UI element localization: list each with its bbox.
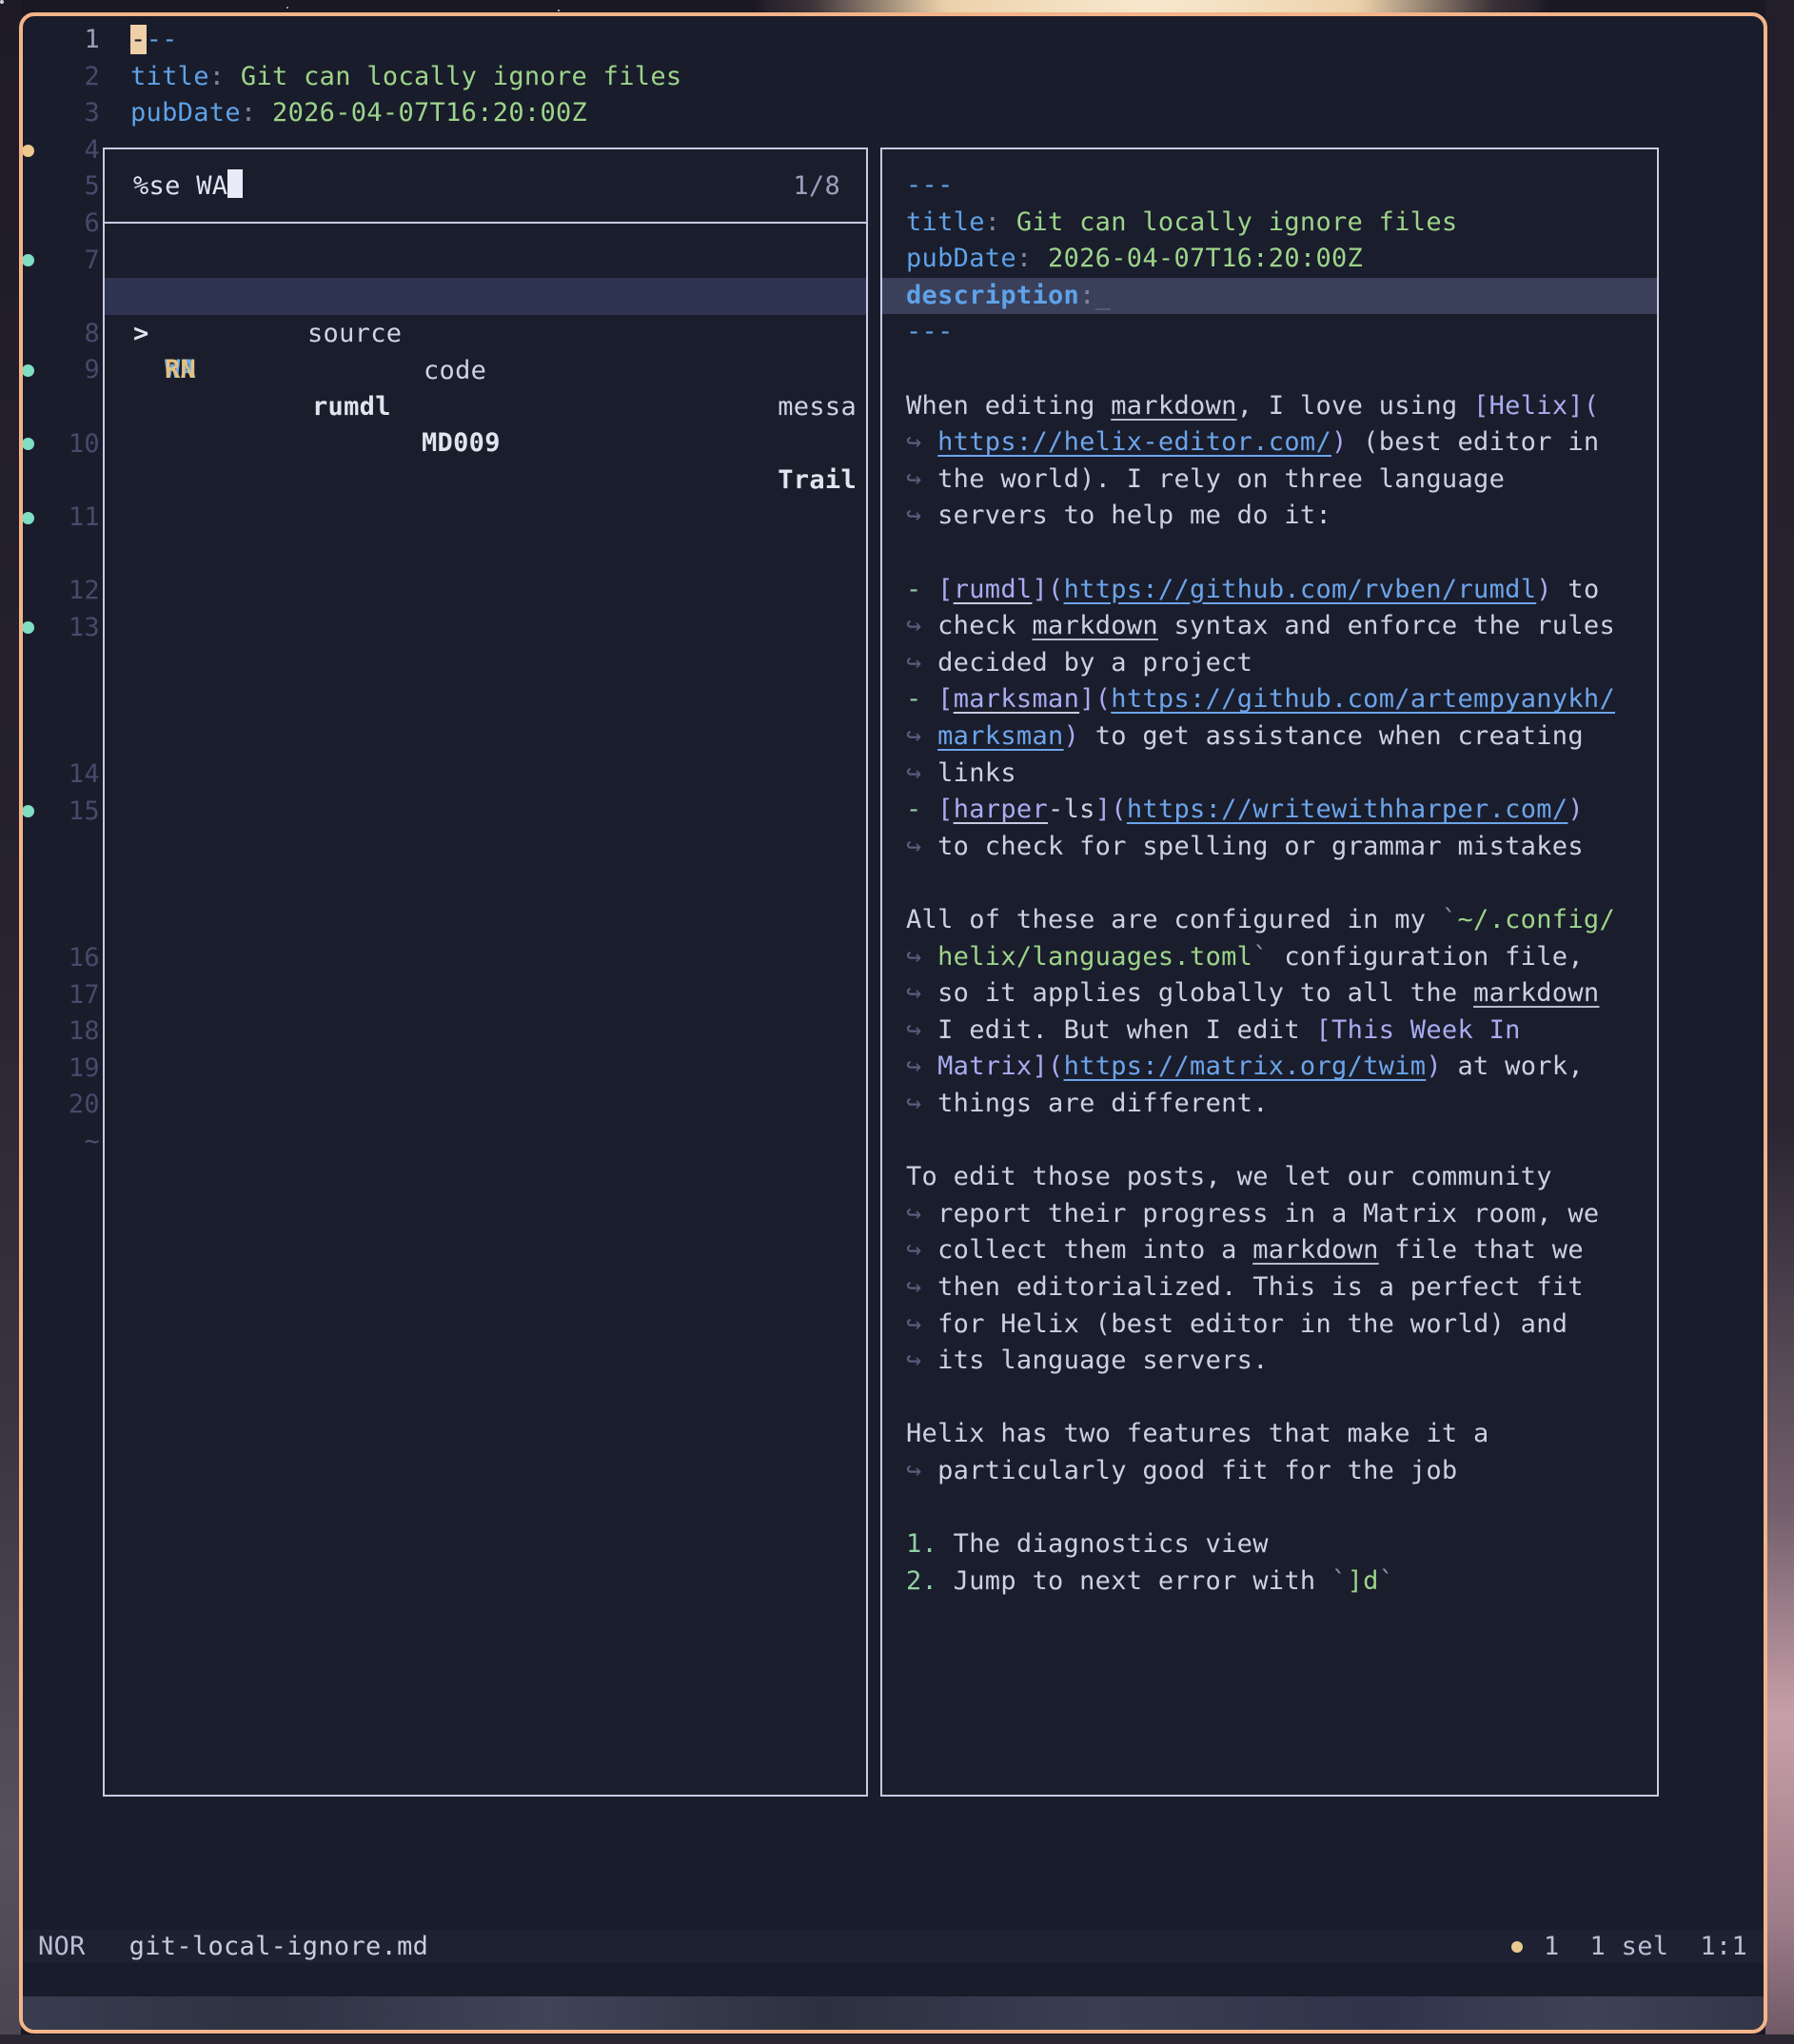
picker-column-headers: severity source code messa — [105, 242, 866, 279]
wallpaper-right-strip — [1765, 0, 1794, 2044]
line-number: 13 — [69, 610, 100, 647]
preview-line: - [marksman](https://github.com/artempya… — [882, 681, 1657, 718]
preview-line: ↪ then editorialized. This is a perfect … — [882, 1269, 1657, 1307]
preview-pane: ---title: Git can locally ignore filespu… — [880, 147, 1659, 1797]
line-number: 11 — [69, 500, 100, 537]
preview-line: --- — [882, 167, 1657, 205]
wallpaper-bottom-strip — [0, 2034, 1794, 2044]
line-number: 8 — [84, 316, 100, 353]
preview-line-highlighted: description:_ — [882, 278, 1657, 315]
status-bar: NOR git-local-ignore.md 1 1 sel 1:1 — [23, 1930, 1764, 1963]
preview-line: - [rumdl](https://github.com/rvben/rumdl… — [882, 572, 1657, 609]
preview-line — [882, 865, 1657, 902]
preview-line: ↪ links — [882, 756, 1657, 793]
source-cell: rumdl — [312, 388, 391, 425]
line-number: 10 — [69, 426, 100, 463]
line-number: 15 — [69, 794, 100, 831]
buffer-line[interactable]: title: Git can locally ignore files — [130, 59, 681, 96]
preview-line: ↪ helix/languages.toml` configuration fi… — [882, 939, 1657, 976]
gutter: 1234567891011121314151617181920~ — [23, 16, 100, 2030]
preview-line: All of these are configured in my `~/.co… — [882, 902, 1657, 939]
preview-line: 1. The diagnostics view — [882, 1526, 1657, 1563]
text-cursor — [227, 169, 243, 198]
diagnostics-picker: %se WA 1/8 severity source code messa > … — [103, 147, 868, 1797]
selection-count: 1 sel — [1590, 1928, 1669, 1965]
line-number: 17 — [69, 977, 100, 1014]
preview-line: ↪ particularly good fit for the job — [882, 1453, 1657, 1490]
line-number: 5 — [84, 168, 100, 206]
line-number: 9 — [84, 352, 100, 389]
warning-dot-icon — [1511, 1941, 1523, 1953]
cursor-position: 1:1 — [1700, 1928, 1747, 1965]
line-number: 19 — [69, 1051, 100, 1088]
line-number: 3 — [84, 95, 100, 132]
preview-line: ↪ so it applies globally to all the mark… — [882, 975, 1657, 1012]
preview-content: ---title: Git can locally ignore filespu… — [882, 149, 1657, 1795]
preview-line: - [harper-ls](https://writewithharper.co… — [882, 792, 1657, 829]
preview-line: ↪ report their progress in a Matrix room… — [882, 1196, 1657, 1233]
preview-line: ↪ its language servers. — [882, 1343, 1657, 1380]
preview-line: pubDate: 2026-04-07T16:20:00Z — [882, 241, 1657, 278]
preview-line: ↪ the world). I rely on three language — [882, 462, 1657, 499]
preview-line — [882, 1490, 1657, 1527]
column-header-message: messa — [778, 388, 857, 425]
terminal-window: 1234567891011121314151617181920~ ---titl… — [19, 12, 1767, 2034]
preview-line — [882, 1123, 1657, 1160]
preview-line: When editing markdown, I love using [Hel… — [882, 388, 1657, 425]
window-bottom-band — [23, 1996, 1764, 2030]
preview-line: ↪ servers to help me do it: — [882, 498, 1657, 535]
message-cell: Trail — [778, 462, 857, 499]
column-header-source: source — [307, 315, 402, 352]
picker-query-text: %se WA — [133, 168, 243, 206]
picker-result-count: 1/8 — [793, 168, 840, 206]
preview-line — [882, 1380, 1657, 1417]
wallpaper-left-strip — [0, 0, 21, 2044]
preview-line: ↪ decided by a project — [882, 645, 1657, 682]
mode-indicator: NOR — [38, 1928, 86, 1965]
diagnostic-dot-icon — [22, 145, 34, 157]
picker-row-selected[interactable]: > WARN rumdl MD009 Trail — [105, 278, 866, 315]
wallpaper-stars — [0, 0, 4, 4]
diagnostic-dot-icon — [22, 512, 34, 524]
preview-line: Helix has two features that make it a — [882, 1416, 1657, 1453]
filename: git-local-ignore.md — [129, 1928, 429, 1965]
line-number: 20 — [69, 1087, 100, 1124]
buffer-line[interactable]: pubDate: 2026-04-07T16:20:00Z — [130, 95, 587, 132]
preview-line: --- — [882, 314, 1657, 351]
preview-line: ↪ marksman) to get assistance when creat… — [882, 718, 1657, 756]
line-number: 14 — [69, 757, 100, 794]
selection-marker: > — [133, 315, 149, 352]
preview-line: ↪ collect them into a markdown file that… — [882, 1232, 1657, 1269]
line-number: 2 — [84, 59, 100, 96]
line-number: 6 — [84, 206, 100, 243]
preview-line: To edit those posts, we let our communit… — [882, 1159, 1657, 1196]
code-cell: MD009 — [422, 424, 501, 462]
line-number: 4 — [84, 132, 100, 169]
picker-search-input[interactable]: %se WA 1/8 — [105, 149, 866, 222]
preview-line — [882, 535, 1657, 572]
diagnostic-count: 1 — [1544, 1928, 1560, 1965]
preview-line — [882, 351, 1657, 388]
line-number: 1 — [84, 22, 100, 59]
preview-line: ↪ https://helix-editor.com/) (best edito… — [882, 424, 1657, 462]
preview-line: ↪ for Helix (best editor in the world) a… — [882, 1307, 1657, 1344]
line-number: 16 — [69, 940, 100, 977]
picker-separator — [105, 222, 866, 224]
line-number: 7 — [84, 243, 100, 280]
line-number: 12 — [69, 573, 100, 610]
preview-line: ↪ things are different. — [882, 1086, 1657, 1123]
preview-line: ↪ I edit. But when I edit [This Week In — [882, 1012, 1657, 1050]
column-header-code: code — [424, 352, 486, 389]
line-number: 18 — [69, 1013, 100, 1051]
preview-line: ↪ Matrix](https://matrix.org/twim) at wo… — [882, 1049, 1657, 1086]
preview-line: 2. Jump to next error with `]d` — [882, 1563, 1657, 1601]
preview-line: ↪ check markdown syntax and enforce the … — [882, 608, 1657, 645]
preview-line: title: Git can locally ignore files — [882, 205, 1657, 242]
preview-line: ↪ to check for spelling or grammar mista… — [882, 829, 1657, 866]
buffer-line[interactable]: --- — [130, 22, 178, 59]
gutter-tilde: ~ — [84, 1124, 100, 1161]
